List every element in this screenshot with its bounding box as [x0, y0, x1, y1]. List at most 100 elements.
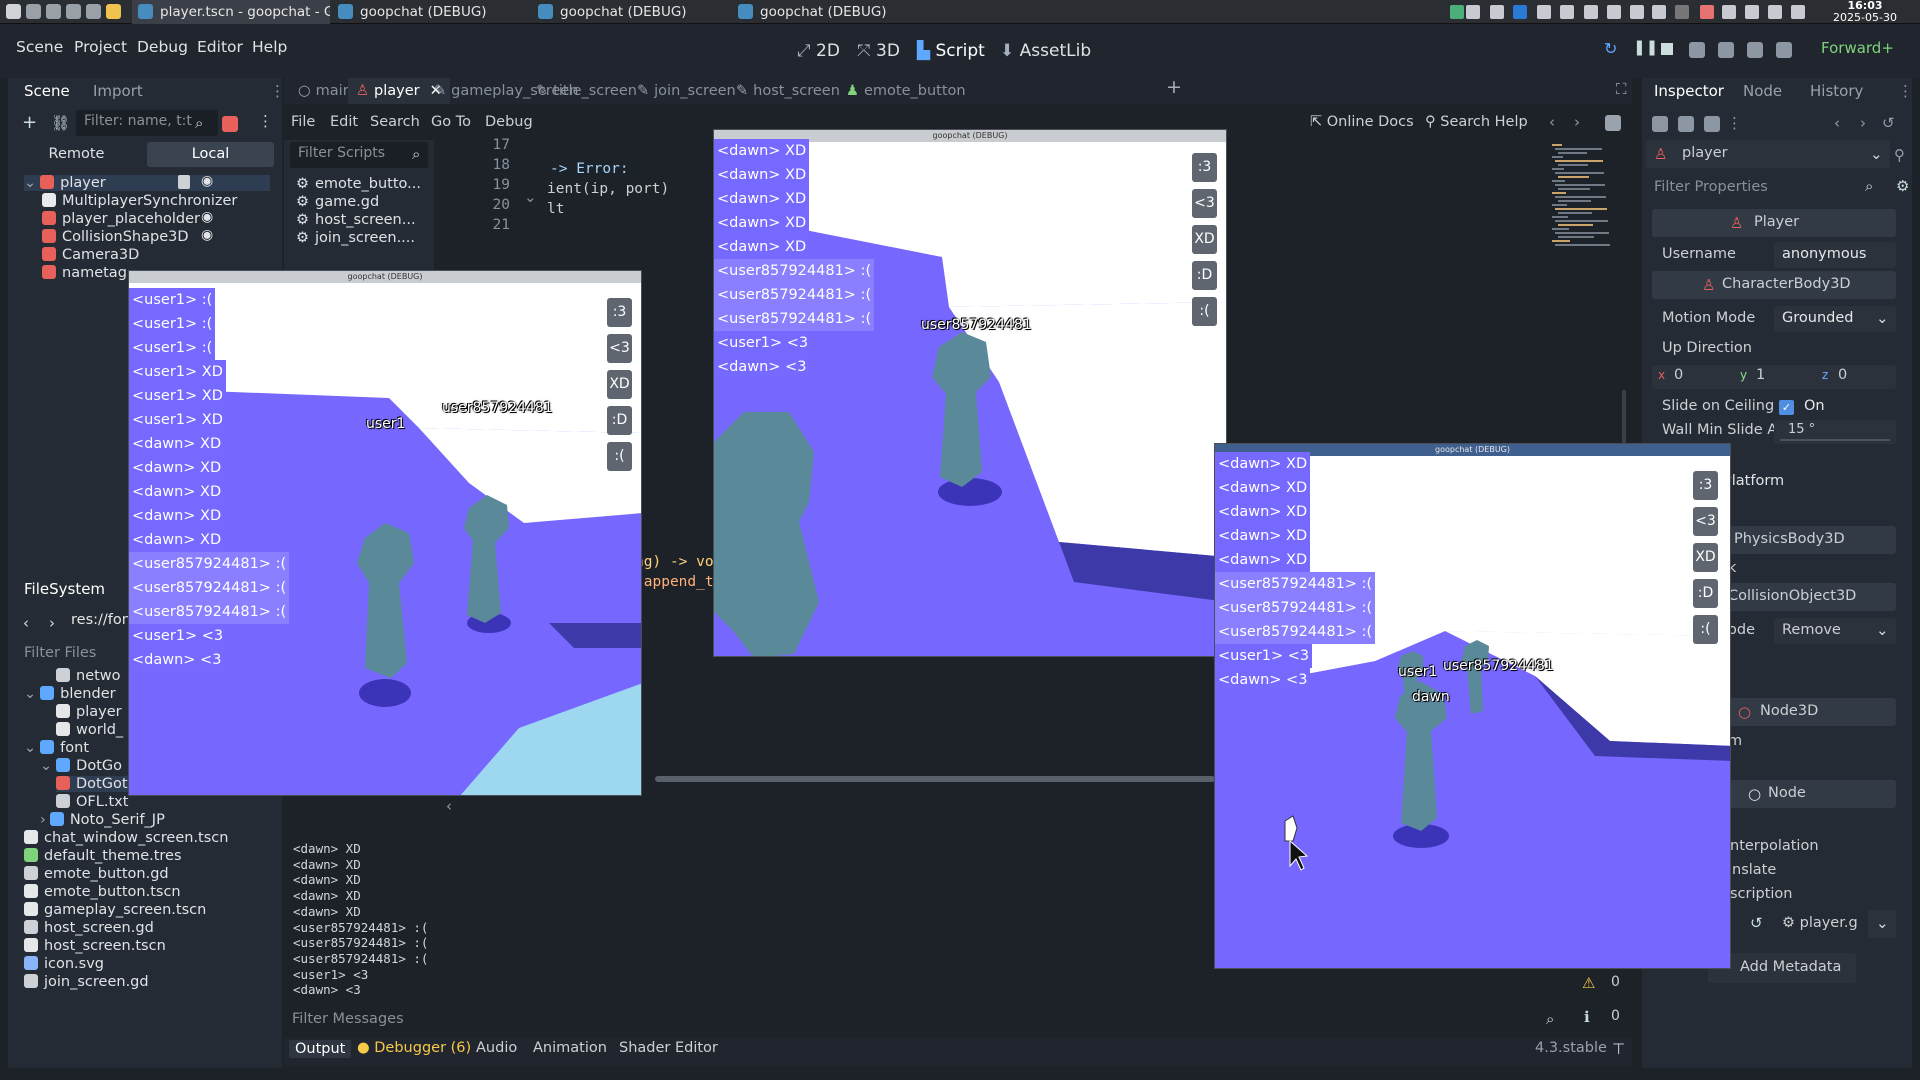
toggle-panel-icon[interactable]	[1605, 115, 1621, 131]
script-list-item[interactable]: ⚙ host_screen...	[296, 212, 416, 228]
wall-min-slide-slider[interactable]: 15 °	[1774, 420, 1896, 444]
emote-button[interactable]: :(	[1192, 297, 1217, 326]
expand-arrow-icon[interactable]: ⌄	[24, 686, 36, 702]
files-launcher-icon[interactable]	[26, 4, 41, 19]
section-character-body[interactable]: ♙ CharacterBody3D	[1652, 271, 1896, 299]
editor-tab-emote_button[interactable]: ♟ emote_button	[838, 78, 974, 104]
clipboard-tray-icon[interactable]	[1466, 5, 1480, 19]
up-z-value[interactable]: 0	[1838, 367, 1847, 383]
scene-menu-icon[interactable]: ⋮	[258, 112, 273, 130]
link-icon[interactable]: ⛓	[51, 114, 70, 132]
expand-arrow-icon[interactable]: ›	[40, 812, 46, 828]
history-forward-icon[interactable]: ›	[1574, 113, 1580, 131]
pause-button[interactable]: ❚❚	[1633, 38, 1658, 56]
run-custom-icon[interactable]	[1747, 42, 1763, 58]
emote-button[interactable]: :3	[1192, 153, 1217, 182]
tab-shader-editor[interactable]: Shader Editor	[619, 1040, 718, 1056]
volume-tray-icon[interactable]	[1791, 5, 1805, 19]
calendar-tray-icon[interactable]	[1745, 5, 1759, 19]
visibility-eye-icon[interactable]: ◉	[201, 209, 213, 225]
tab-scene[interactable]: Scene	[24, 82, 70, 100]
add-node-icon[interactable]: +	[22, 112, 37, 133]
info-icon[interactable]: ℹ	[1584, 1008, 1590, 1026]
tab-debugger[interactable]: ● Debugger (6)	[357, 1040, 471, 1056]
script-menu-search[interactable]: Search	[370, 114, 420, 130]
emote-button[interactable]: :(	[1693, 615, 1718, 644]
terminal-launcher-icon[interactable]	[66, 4, 81, 19]
history-back-icon[interactable]: ‹	[1549, 113, 1555, 131]
tab-node[interactable]: Node	[1743, 82, 1782, 100]
file-item[interactable]: host_screen.tscn	[24, 938, 166, 954]
visibility-eye-icon[interactable]: ◉	[201, 227, 213, 243]
print-tray-icon[interactable]	[1722, 5, 1736, 19]
emote-button[interactable]: <3	[1693, 507, 1718, 536]
file-item[interactable]: chat_window_screen.tscn	[24, 830, 228, 846]
game-window-3[interactable]: goopchat (DEBUG) <dawn> XD <dawn> XD <dawn…	[1214, 443, 1731, 969]
menu-project[interactable]: Project	[74, 38, 127, 56]
editor-description-group[interactable]: scription	[1730, 886, 1793, 902]
workspace-assetlib[interactable]: ⬇ AssetLib	[1000, 41, 1091, 61]
up-y-value[interactable]: 1	[1756, 367, 1765, 383]
prev-object-icon[interactable]: ‹	[1834, 114, 1840, 132]
menu-debug[interactable]: Debug	[137, 38, 188, 56]
scene-node-1[interactable]: ⌄ player	[24, 175, 270, 191]
devices-tray-icon[interactable]	[1607, 5, 1621, 19]
interpolation-group[interactable]: nterpolation	[1730, 838, 1819, 854]
object-selector[interactable]: ♙ player ⌄	[1646, 140, 1890, 168]
reload-icon[interactable]: ↻	[1604, 39, 1617, 58]
display-tray-icon[interactable]	[1490, 5, 1504, 19]
script-list-item[interactable]: ⚙ emote_butto...	[296, 176, 421, 192]
file-item[interactable]: ⌄ font	[24, 740, 89, 756]
script-menu-goto[interactable]: Go To	[431, 114, 471, 130]
file-item[interactable]: ⌄ DotGo	[40, 758, 122, 774]
up-direction-vector[interactable]: x 0 y 1 z 0	[1652, 365, 1896, 389]
tab-inspector[interactable]: Inspector	[1654, 82, 1724, 100]
renderer-select[interactable]: Forward+	[1821, 39, 1894, 57]
script-resource[interactable]: ⚙ player.g	[1782, 915, 1858, 931]
emote-button[interactable]: :3	[1693, 471, 1718, 500]
search-help-button[interactable]: ⚲ Search Help	[1425, 114, 1528, 130]
disable-mode-dropdown[interactable]: Remove ⌄	[1774, 618, 1896, 644]
emote-button[interactable]: :3	[607, 298, 632, 327]
game-window-1[interactable]: goopchat (DEBUG) <user1> :(<user1> :(<us…	[128, 270, 642, 796]
network-tray-icon[interactable]	[1450, 5, 1464, 19]
expand-arrow-icon[interactable]: ⌄	[40, 758, 52, 774]
up-x-value[interactable]: 0	[1674, 367, 1683, 383]
movie-maker-icon[interactable]	[1776, 42, 1792, 58]
emote-button[interactable]: XD	[1693, 543, 1718, 572]
fullscreen-icon[interactable]: ⛶	[1616, 80, 1627, 98]
emote-button[interactable]: <3	[1192, 189, 1217, 218]
screen-tray-icon[interactable]	[1560, 5, 1574, 19]
editor-tab-title_screen[interactable]: ✎ title_screen	[528, 78, 645, 104]
workspace-2d[interactable]: ⤢ 2D	[797, 41, 840, 61]
back-icon[interactable]: ‹	[23, 614, 29, 632]
emote-button[interactable]: :(	[607, 442, 632, 471]
save-resource-icon[interactable]	[1704, 116, 1720, 132]
media-tray-icon[interactable]	[1675, 5, 1689, 19]
username-field[interactable]: anonymous	[1774, 242, 1896, 268]
visibility-eye-icon[interactable]: ◉	[201, 173, 213, 189]
editor-tab-join_screen[interactable]: ✎ join_screen	[629, 78, 744, 104]
new-resource-icon[interactable]	[1652, 116, 1668, 132]
file-item[interactable]: OFL.txt	[56, 794, 128, 810]
emote-button[interactable]: :D	[1693, 579, 1718, 608]
hp-tray-icon[interactable]	[1513, 5, 1527, 19]
run-scene-icon[interactable]	[1718, 42, 1734, 58]
attach-script-icon[interactable]	[222, 116, 238, 132]
object-history-icon[interactable]: ↺	[1882, 114, 1895, 132]
menu-editor[interactable]: Editor	[197, 38, 243, 56]
menu-help[interactable]: Help	[252, 38, 287, 56]
tab-history[interactable]: History	[1810, 82, 1863, 100]
section-collision-object[interactable]: CollisionObject3D	[1728, 583, 1896, 611]
script-filter-input[interactable]: Filter Scripts	[290, 142, 428, 168]
battery-tray-icon[interactable]	[1537, 5, 1551, 19]
section-physics-body[interactable]: PhysicsBody3D	[1728, 526, 1896, 554]
open-resource-icon[interactable]	[1678, 116, 1694, 132]
file-item[interactable]: icon.svg	[24, 956, 104, 972]
file-item[interactable]: join_screen.gd	[24, 974, 149, 990]
emote-button[interactable]: XD	[1192, 225, 1217, 254]
fold-arrow-icon[interactable]: ⌄	[524, 188, 537, 206]
chat-tray-icon[interactable]	[1700, 5, 1714, 19]
file-item[interactable]: player	[56, 704, 122, 720]
clock[interactable]: 16:03 2025-05-30	[1825, 0, 1905, 23]
